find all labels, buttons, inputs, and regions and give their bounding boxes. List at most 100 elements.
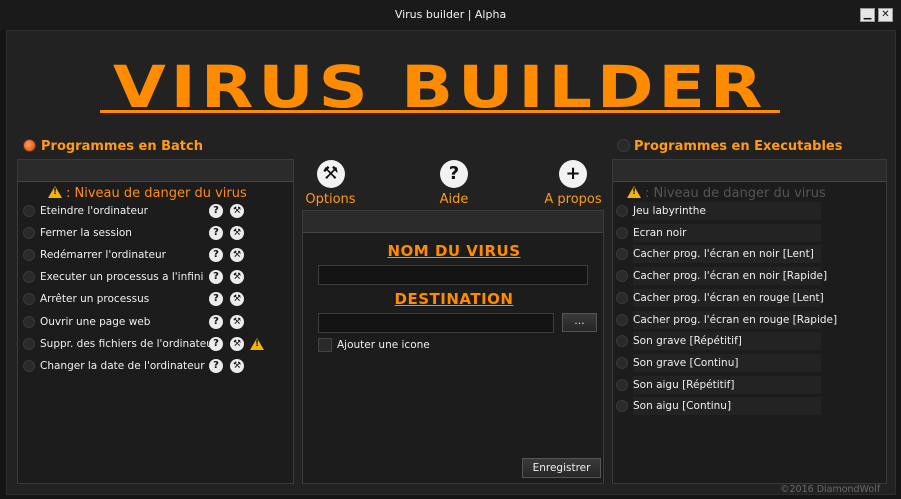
help-icon[interactable]: ? [209, 337, 223, 351]
close-button[interactable]: ✕ [878, 8, 893, 22]
title-bar: Virus builder | Alpha ▁ ✕ [0, 0, 901, 30]
option-radio[interactable] [616, 227, 628, 239]
option-radio[interactable] [23, 249, 35, 261]
exec-option[interactable]: Son grave [Continu] [616, 354, 826, 372]
add-icon-checkbox[interactable] [318, 338, 332, 352]
copyright-text: ©2016 DiamondWolf [780, 484, 881, 495]
tools-icon[interactable]: ⚒ [230, 226, 244, 240]
option-radio[interactable] [616, 400, 628, 412]
batch-option[interactable]: Changer la date de l'ordinateur? ⚒ [23, 357, 273, 375]
option-radio[interactable] [616, 357, 628, 369]
batch-option[interactable]: Fermer la session? ⚒ [23, 224, 273, 242]
help-icon[interactable]: ? [209, 292, 223, 306]
option-label: Son aigu [Répétitif] [633, 376, 821, 394]
option-label: Executer un processus a l'infini [40, 271, 204, 283]
tools-icon[interactable]: ⚒ [230, 248, 244, 262]
browse-button[interactable]: ... [562, 313, 597, 332]
option-label: Cacher prog. l'écran en rouge [Rapide] [633, 311, 837, 329]
form-panel-header [303, 211, 603, 233]
virus-name-input[interactable] [318, 265, 588, 285]
option-radio[interactable] [23, 205, 35, 217]
warning-icon [48, 186, 62, 198]
option-label: Ouvrir une page web [40, 316, 151, 328]
exec-option[interactable]: Jeu labyrinthe [616, 202, 826, 220]
option-radio[interactable] [23, 293, 35, 305]
help-icon[interactable]: ? [209, 315, 223, 329]
minimize-button[interactable]: ▁ [860, 8, 875, 22]
option-radio[interactable] [616, 248, 628, 260]
tools-icon[interactable]: ⚒ [230, 337, 244, 351]
option-radio[interactable] [616, 205, 628, 217]
option-label: Redémarrer l'ordinateur [40, 249, 166, 261]
option-label: Changer la date de l'ordinateur [40, 360, 205, 372]
help-icon[interactable]: ? [209, 204, 223, 218]
option-radio[interactable] [616, 314, 628, 326]
exec-option[interactable]: Cacher prog. l'écran en noir [Lent] [616, 245, 826, 263]
exec-option[interactable]: Cacher prog. l'écran en rouge [Lent] [616, 289, 826, 307]
option-label: Ecran noir [633, 224, 821, 242]
option-label: Son grave [Continu] [633, 354, 821, 372]
plus-icon: + [559, 160, 587, 188]
help-icon[interactable]: ? [209, 248, 223, 262]
option-radio[interactable] [616, 379, 628, 391]
help-icon[interactable]: ? [209, 226, 223, 240]
tools-icon[interactable]: ⚒ [230, 292, 244, 306]
exec-option[interactable]: Ecran noir [616, 224, 826, 242]
option-label: Son aigu [Continu] [633, 397, 821, 415]
destination-input[interactable] [318, 313, 554, 333]
batch-option[interactable]: Redémarrer l'ordinateur? ⚒ [23, 246, 273, 264]
help-icon[interactable]: ? [209, 270, 223, 284]
batch-option[interactable]: Ouvrir une page web? ⚒ [23, 313, 273, 331]
help-icon[interactable]: ? [209, 359, 223, 373]
tools-icon[interactable]: ⚒ [230, 270, 244, 284]
exec-danger-legend: : Niveau de danger du virus [627, 186, 826, 201]
logo-underline [100, 110, 780, 113]
options-button[interactable]: ⚒ Options [303, 160, 358, 207]
option-label: Cacher prog. l'écran en noir [Rapide] [633, 267, 827, 285]
option-radio[interactable] [23, 316, 35, 328]
exec-option[interactable]: Son aigu [Répétitif] [616, 376, 826, 394]
option-radio[interactable] [23, 360, 35, 372]
options-label: Options [305, 192, 356, 207]
exec-option[interactable]: Cacher prog. l'écran en noir [Rapide] [616, 267, 827, 285]
option-label: Fermer la session [40, 227, 132, 239]
about-label: A propos [544, 192, 602, 207]
virus-name-heading: NOM DU VIRUS [387, 242, 521, 260]
batch-option[interactable]: Arrêter un processus? ⚒ [23, 290, 273, 308]
batch-danger-legend: : Niveau de danger du virus [48, 186, 247, 201]
tools-icon[interactable]: ⚒ [230, 204, 244, 218]
batch-option[interactable]: Suppr. des fichiers de l'ordinateur? ⚒ [23, 335, 273, 353]
option-label: Suppr. des fichiers de l'ordinateur [40, 338, 218, 350]
help-label: Aide [439, 192, 469, 207]
batch-option[interactable]: Executer un processus a l'infini? ⚒ [23, 268, 273, 286]
batch-option[interactable]: Eteindre l'ordinateur? ⚒ [23, 202, 273, 220]
help-icon: ? [440, 160, 468, 188]
exec-option[interactable]: Son aigu [Continu] [616, 397, 826, 415]
batch-section-title: Programmes en Batch [41, 139, 203, 154]
option-radio[interactable] [23, 271, 35, 283]
app-logo: VIRUS BUILDER [100, 58, 780, 120]
help-button[interactable]: ? Aide [430, 160, 478, 207]
save-button[interactable]: Enregistrer [522, 458, 601, 478]
exec-panel-header [613, 160, 886, 182]
option-label: Cacher prog. l'écran en noir [Lent] [633, 245, 821, 263]
about-button[interactable]: + A propos [540, 160, 606, 207]
option-label: Son grave [Répétitif] [633, 332, 821, 350]
exec-mode-radio[interactable] [617, 139, 630, 152]
option-radio[interactable] [616, 292, 628, 304]
option-label: Arrêter un processus [40, 293, 150, 305]
option-radio[interactable] [23, 338, 35, 350]
batch-mode-radio[interactable] [23, 139, 36, 152]
tools-icon[interactable]: ⚒ [230, 359, 244, 373]
exec-option[interactable]: Son grave [Répétitif] [616, 332, 826, 350]
option-radio[interactable] [616, 270, 628, 282]
warning-icon [627, 186, 641, 198]
option-radio[interactable] [23, 227, 35, 239]
exec-danger-label: : Niveau de danger du virus [645, 186, 826, 201]
option-radio[interactable] [616, 335, 628, 347]
option-label: Cacher prog. l'écran en rouge [Lent] [633, 289, 824, 307]
tools-icon[interactable]: ⚒ [230, 315, 244, 329]
exec-option[interactable]: Cacher prog. l'écran en rouge [Rapide] [616, 311, 837, 329]
option-label: Eteindre l'ordinateur [40, 205, 148, 217]
window-title: Virus builder | Alpha [394, 8, 507, 21]
